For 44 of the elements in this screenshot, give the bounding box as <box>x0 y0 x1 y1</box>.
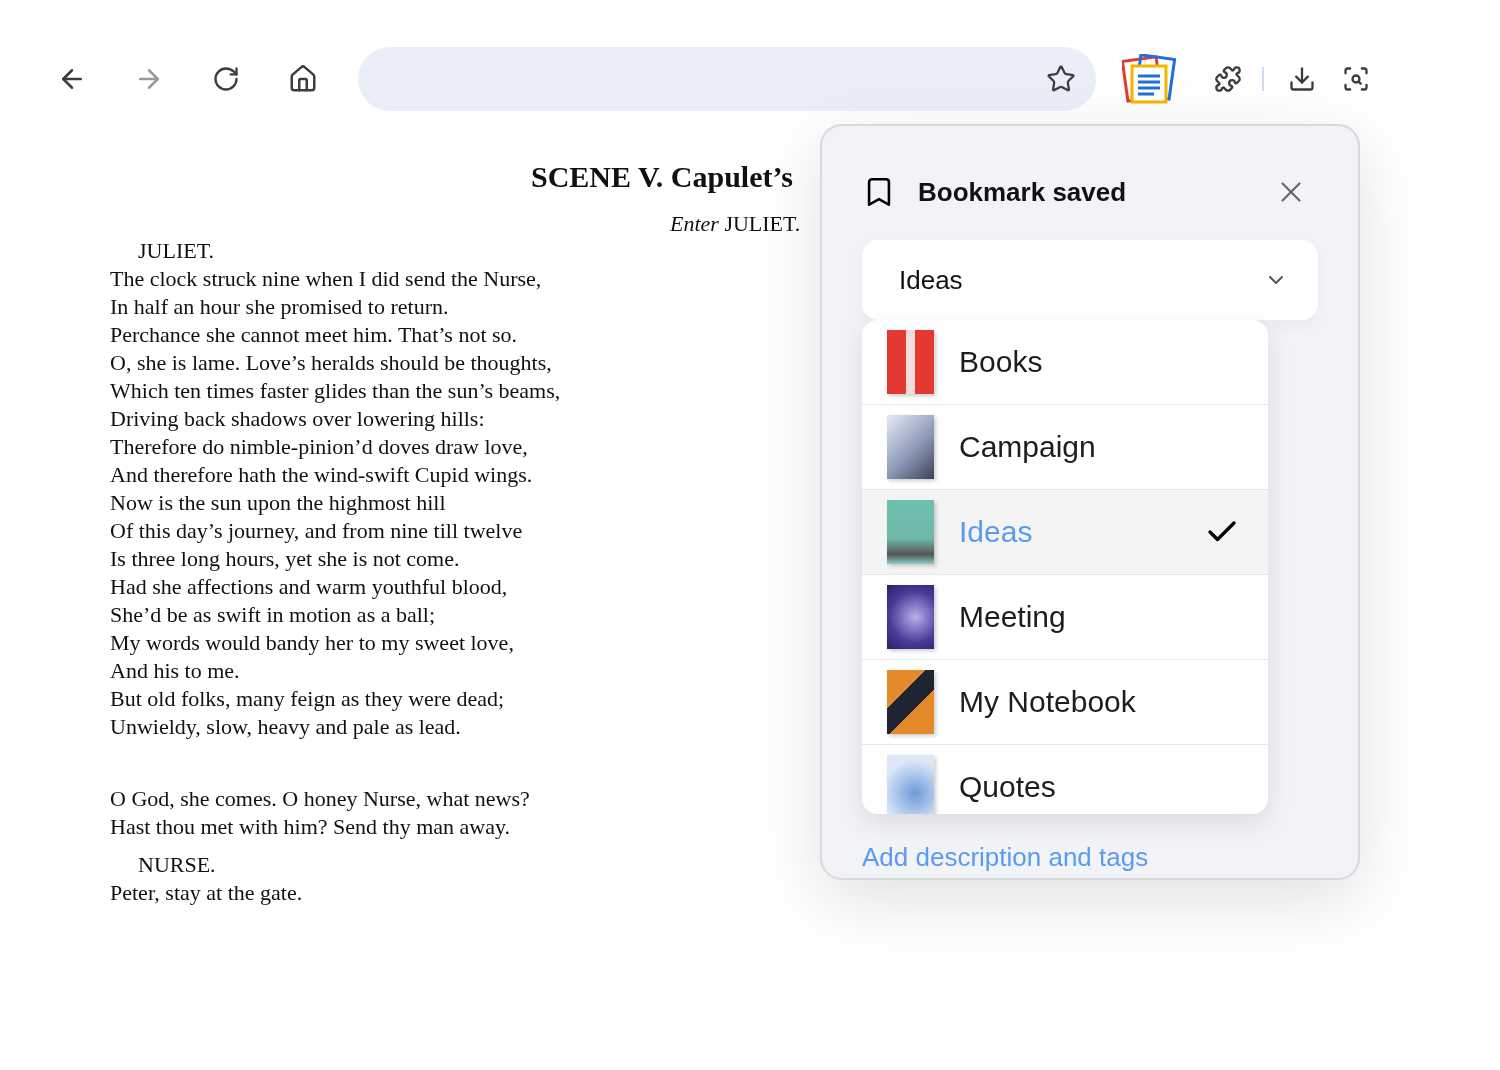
popup-title: Bookmark saved <box>918 176 1128 208</box>
verse-line: Unwieldy, slow, heavy and pale as lead. <box>110 713 461 741</box>
folder-item[interactable]: Books <box>862 320 1268 405</box>
verse-line: My words would bandy her to my sweet love, <box>110 629 514 657</box>
verse-line: In half an hour she promised to return. <box>110 293 449 321</box>
verse-line: Which ten times faster glides than the sun’s beams, <box>110 377 561 405</box>
folder-dropdown[interactable]: Ideas <box>862 240 1318 320</box>
home-icon[interactable] <box>288 64 318 94</box>
verse-line: Had she affections and warm youthful blood, <box>110 573 508 601</box>
verse-line: But old folks, many feign as they were dead; <box>110 685 505 713</box>
verse-line: Driving back shadows over lowering hills: <box>110 405 485 433</box>
stage-direction: Enter JULIET. <box>670 211 802 237</box>
verse-line: Of this day’s journey, and from nine till twelve <box>110 517 523 545</box>
download-icon[interactable] <box>1288 65 1316 93</box>
star-icon[interactable] <box>1046 64 1076 94</box>
folder-item[interactable]: My Notebook <box>862 660 1268 745</box>
reload-icon[interactable] <box>212 65 240 93</box>
verse-line: O, she is lame. Love’s heralds should be thoughts, <box>110 349 552 377</box>
speaker-name: NURSE. <box>138 851 216 879</box>
folder-thumbnail <box>887 585 934 649</box>
verse-line: Hast thou met with him? Send thy man away. <box>110 813 510 841</box>
speaker-name: JULIET. <box>138 237 214 265</box>
notes-extension-icon[interactable] <box>1122 54 1176 104</box>
verse-line: Now is the sun upon the highmost hill <box>110 489 446 517</box>
folder-thumbnail <box>887 500 934 564</box>
verse-line: The clock struck nine when I did send the Nurse, <box>110 265 542 293</box>
verse-line: Peter, stay at the gate. <box>110 879 303 907</box>
verse-line: She’d be as swift in motion as a ball; <box>110 601 436 629</box>
folder-thumbnail <box>887 415 934 479</box>
puzzle-icon[interactable] <box>1214 65 1242 93</box>
folder-thumbnail <box>887 755 934 814</box>
verse-line: O God, she comes. O honey Nurse, what news? <box>110 785 530 813</box>
screen-search-icon[interactable] <box>1342 65 1370 93</box>
verse-line: And his to me. <box>110 657 240 685</box>
folder-thumbnail <box>887 670 934 734</box>
verse-line: Is three long hours, yet she is not come. <box>110 545 460 573</box>
folder-item[interactable]: Meeting <box>862 575 1268 660</box>
folder-item[interactable]: Quotes <box>862 745 1268 814</box>
folder-thumbnail <box>887 330 934 394</box>
verse-line: Therefore do nimble-pinion’d doves draw love, <box>110 433 528 461</box>
verse-line: Perchance she cannot meet him. That’s not so. <box>110 321 518 349</box>
scene-heading: SCENE V. Capulet’s <box>531 159 795 195</box>
verse-line: And therefore hath the wind-swift Cupid wings. <box>110 461 533 489</box>
folder-item[interactable]: Campaign <box>862 405 1268 490</box>
